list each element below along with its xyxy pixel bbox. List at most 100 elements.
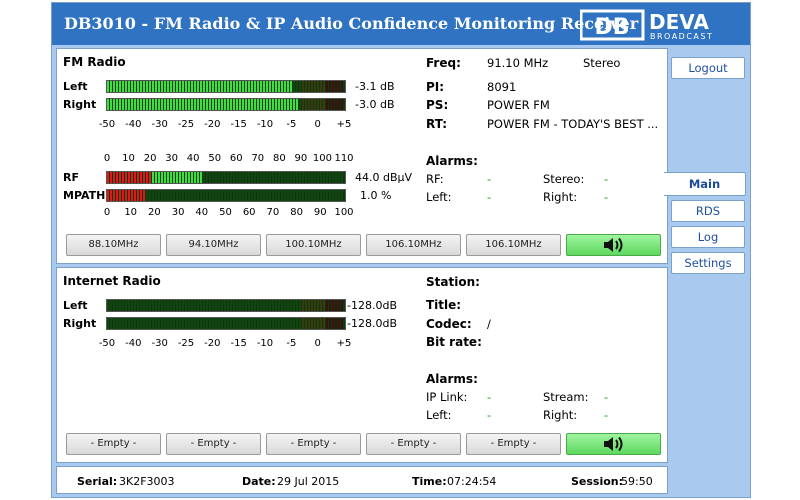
- meter-segment: [317, 300, 319, 311]
- meter-segment: [185, 318, 187, 329]
- ir-left-meter: [106, 299, 346, 312]
- fm-preset-button-3[interactable]: 100.10MHz: [266, 234, 361, 256]
- ir-preset-button-3[interactable]: - Empty -: [266, 433, 361, 455]
- meter-segment: [173, 318, 175, 329]
- meter-segment: [326, 81, 328, 92]
- alarm-left-value: -: [487, 190, 492, 204]
- ir-preset-button-1[interactable]: - Empty -: [66, 433, 161, 455]
- logout-button[interactable]: Logout: [671, 57, 745, 79]
- mpath-label: MPATH: [63, 189, 106, 202]
- meter-segment: [314, 81, 316, 92]
- meter-segment: [338, 190, 340, 201]
- meter-segment: [116, 172, 118, 183]
- meter-segment: [293, 81, 295, 92]
- meter-segment: [320, 300, 322, 311]
- meter-segment: [197, 81, 199, 92]
- meter-segment: [215, 99, 217, 110]
- meter-segment: [128, 300, 130, 311]
- meter-segment: [155, 81, 157, 92]
- meter-segment: [164, 172, 166, 183]
- meter-segment: [287, 172, 289, 183]
- meter-segment: [140, 99, 142, 110]
- meter-segment: [242, 190, 244, 201]
- scale-tick-label: 0: [103, 153, 111, 164]
- meter-segment: [287, 190, 289, 201]
- meter-segment: [200, 318, 202, 329]
- meter-segment: [158, 190, 160, 201]
- meter-segment: [179, 99, 181, 110]
- meter-segment: [134, 318, 136, 329]
- freq-label: Freq:: [426, 56, 461, 70]
- mpath-value: 1.0 %: [360, 189, 392, 202]
- meter-segment: [116, 81, 118, 92]
- meter-segment: [149, 318, 151, 329]
- meter-segment: [158, 300, 160, 311]
- tab-rds[interactable]: RDS: [671, 200, 745, 222]
- tab-main[interactable]: Main: [664, 172, 746, 196]
- scale-tick-label: 10: [124, 207, 138, 218]
- meter-segment: [242, 172, 244, 183]
- rt-value: POWER FM - TODAY'S BEST ...: [487, 117, 659, 131]
- speaker-icon: [603, 237, 622, 253]
- title-bar: DB3010 - FM Radio & IP Audio Confidence …: [52, 3, 750, 45]
- meter-segment: [161, 81, 163, 92]
- meter-segment: [248, 190, 250, 201]
- meter-segment: [143, 81, 145, 92]
- scale-tick-label: 40: [195, 207, 209, 218]
- meter-segment: [221, 172, 223, 183]
- rt-label: RT:: [426, 117, 448, 131]
- meter-segment: [212, 81, 214, 92]
- meter-segment: [167, 172, 169, 183]
- meter-segment: [248, 300, 250, 311]
- fm-preset-button-2[interactable]: 94.10MHz: [166, 234, 261, 256]
- ir-preset-button-2[interactable]: - Empty -: [166, 433, 261, 455]
- alarm-stream-label: Stream:: [543, 390, 589, 404]
- meter-segment: [209, 172, 211, 183]
- meter-segment: [308, 99, 310, 110]
- meter-segment: [140, 190, 142, 201]
- meter-segment: [173, 172, 175, 183]
- meter-segment: [272, 190, 274, 201]
- meter-segment: [326, 190, 328, 201]
- meter-segment: [296, 99, 298, 110]
- alarm-iplink-value: -: [487, 390, 492, 404]
- meter-segment: [326, 300, 328, 311]
- tab-log[interactable]: Log: [671, 226, 745, 248]
- meter-segment: [203, 300, 205, 311]
- meter-segment: [146, 172, 148, 183]
- fm-preset-button-5[interactable]: 106.10MHz: [466, 234, 561, 256]
- meter-segment: [119, 172, 121, 183]
- codec-value: /: [487, 317, 491, 331]
- scale-tick-label: -25: [177, 119, 195, 130]
- fm-listen-button[interactable]: [566, 234, 661, 256]
- meter-segment: [284, 318, 286, 329]
- meter-segment: [260, 99, 262, 110]
- meter-segment: [242, 81, 244, 92]
- meter-segment: [116, 190, 118, 201]
- meter-segment: [170, 172, 172, 183]
- meter-segment: [251, 318, 253, 329]
- ir-preset-button-4[interactable]: - Empty -: [366, 433, 461, 455]
- meter-segment: [293, 172, 295, 183]
- ir-listen-button[interactable]: [566, 433, 661, 455]
- meter-segment: [143, 99, 145, 110]
- fm-alarms-label: Alarms:: [426, 154, 478, 168]
- ir-preset-button-5[interactable]: - Empty -: [466, 433, 561, 455]
- scale-tick-label: -15: [230, 338, 247, 349]
- tab-settings[interactable]: Settings: [671, 252, 745, 274]
- meter-segment: [245, 99, 247, 110]
- meter-segment: [128, 190, 130, 201]
- meter-segment: [110, 172, 112, 183]
- meter-segment: [125, 99, 127, 110]
- meter-segment: [302, 99, 304, 110]
- meter-segment: [212, 172, 214, 183]
- scale-tick-label: -40: [125, 119, 142, 130]
- fm-right-meter: [106, 98, 346, 111]
- fm-preset-button-1[interactable]: 88.10MHz: [66, 234, 161, 256]
- meter-segment: [338, 172, 340, 183]
- scale-tick-label: 100: [334, 207, 354, 218]
- scale-tick-label: 0: [314, 338, 321, 349]
- meter-segment: [299, 99, 301, 110]
- meter-segment: [290, 190, 292, 201]
- fm-preset-button-4[interactable]: 106.10MHz: [366, 234, 461, 256]
